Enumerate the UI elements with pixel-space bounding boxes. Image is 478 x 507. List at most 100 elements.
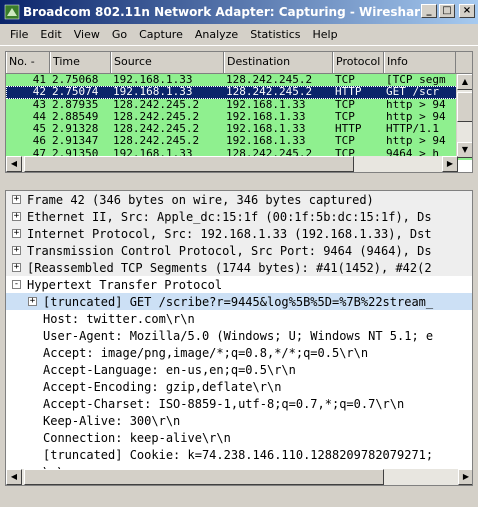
packet-cell-no: 44 [32, 110, 46, 123]
hscroll-thumb[interactable] [24, 469, 384, 485]
expand-icon[interactable]: + [12, 229, 21, 238]
scroll-left-arrow-icon[interactable]: ◀ [6, 156, 22, 172]
column-header-info[interactable]: Info [384, 52, 456, 73]
details-rows: + Frame 42 (346 bytes on wire, 346 bytes … [6, 191, 472, 480]
minimize-button[interactable]: _ [421, 4, 437, 18]
packet-cell-proto: HTTP [335, 86, 362, 99]
detail-text: Frame 42 (346 bytes on wire, 346 bytes c… [27, 192, 374, 207]
detail-row[interactable]: Connection: keep-alive\r\n [6, 429, 472, 446]
packet-cell-dst: 192.168.1.33 [226, 98, 306, 111]
close-button[interactable]: × [459, 4, 475, 18]
detail-row[interactable]: Accept-Encoding: gzip,deflate\r\n [6, 378, 472, 395]
title-bar: Broadcom 802.11n Network Adapter: Captur… [0, 0, 478, 24]
detail-row[interactable]: + Frame 42 (346 bytes on wire, 346 bytes … [6, 191, 472, 208]
packet-cell-info: GET /scr [386, 86, 439, 99]
detail-row[interactable]: - Hypertext Transfer Protocol [6, 276, 472, 293]
packet-cell-src: 128.242.245.2 [113, 123, 200, 136]
detail-row[interactable]: Accept-Charset: ISO-8859-1,utf-8;q=0.7,*… [6, 395, 472, 412]
packet-cell-src: 128.242.245.2 [113, 110, 200, 123]
packet-row[interactable]: 41 2.75068 192.168.1.33 128.242.245.2 TCP [TC… [6, 74, 472, 87]
hscroll-thumb[interactable] [24, 156, 354, 172]
collapse-icon[interactable]: - [12, 280, 21, 289]
detail-text: Connection: keep-alive\r\n [43, 430, 231, 445]
scroll-down-arrow-icon[interactable]: ▼ [457, 142, 472, 158]
expand-icon[interactable]: + [12, 212, 21, 221]
menu-help[interactable]: Help [307, 28, 344, 41]
packet-cell-dst: 192.168.1.33 [226, 135, 306, 148]
wireshark-icon [4, 4, 20, 20]
packet-cell-proto: TCP [335, 110, 355, 123]
expand-icon[interactable]: + [28, 297, 37, 306]
packet-row[interactable]: 46 2.91347 128.242.245.2 192.168.1.33 TCP htt… [6, 135, 472, 148]
packet-cell-no: 42 [32, 86, 46, 99]
detail-row[interactable]: + [Reassembled TCP Segments (1744 bytes):… [6, 259, 472, 276]
expand-icon[interactable]: + [12, 263, 21, 272]
menu-capture[interactable]: Capture [133, 28, 189, 41]
scroll-left-arrow-icon[interactable]: ◀ [6, 469, 22, 485]
details-hscrollbar[interactable]: ◀ ▶ [6, 469, 472, 485]
packet-cell-proto: TCP [335, 135, 355, 148]
detail-row[interactable]: + Ethernet II, Src: Apple_dc:15:1f (00:1f… [6, 208, 472, 225]
pane-splitter[interactable] [0, 174, 478, 190]
packet-cell-info: http > 94 [386, 98, 446, 111]
detail-text: Accept-Language: en-us,en;q=0.5\r\n [43, 362, 296, 377]
status-bar [0, 489, 478, 507]
expand-icon[interactable]: + [12, 246, 21, 255]
scroll-right-arrow-icon[interactable]: ▶ [458, 469, 472, 485]
packet-cell-dst: 192.168.1.33 [226, 110, 306, 123]
packet-cell-src: 128.242.245.2 [113, 98, 200, 111]
detail-row[interactable]: Host: twitter.com\r\n [6, 310, 472, 327]
detail-text: Accept-Encoding: gzip,deflate\r\n [43, 379, 282, 394]
menu-edit[interactable]: Edit [34, 28, 67, 41]
packet-rows: 41 2.75068 192.168.1.33 128.242.245.2 TCP [TC… [6, 74, 472, 161]
column-header-protocol[interactable]: Protocol [333, 52, 384, 73]
column-header-source[interactable]: Source [111, 52, 224, 73]
packet-cell-time: 2.87935 [52, 98, 99, 111]
packet-cell-dst: 192.168.1.33 [226, 123, 306, 136]
detail-row[interactable]: Keep-Alive: 300\r\n [6, 412, 472, 429]
packet-cell-proto: TCP [335, 74, 355, 86]
detail-text: Keep-Alive: 300\r\n [43, 413, 181, 428]
column-header-destination[interactable]: Destination [224, 52, 333, 73]
detail-text: User-Agent: Mozilla/5.0 (Windows; U; Win… [43, 328, 434, 343]
expand-icon[interactable]: + [12, 195, 21, 204]
column-header-time[interactable]: Time [50, 52, 111, 73]
packet-cell-time: 2.91328 [52, 123, 99, 136]
detail-row[interactable]: Accept: image/png,image/*;q=0.8,*/*;q=0.… [6, 344, 472, 361]
detail-text: [Reassembled TCP Segments (1744 bytes): … [27, 260, 432, 275]
packet-cell-info: [TCP segm [386, 74, 446, 86]
menu-view[interactable]: View [68, 28, 106, 41]
detail-row[interactable]: + [truncated] GET /scribe?r=9445&log%5B%5… [6, 293, 472, 310]
packet-cell-no: 43 [32, 98, 46, 111]
scroll-thumb[interactable] [457, 92, 472, 122]
packet-cell-dst: 128.242.245.2 [226, 74, 313, 86]
detail-text: Accept: image/png,image/*;q=0.8,*/*;q=0.… [43, 345, 369, 360]
detail-row[interactable]: + Transmission Control Protocol, Src Port… [6, 242, 472, 259]
packet-cell-info: http > 94 [386, 135, 446, 148]
packet-row[interactable]: 45 2.91328 128.242.245.2 192.168.1.33 HTTP HT… [6, 123, 472, 136]
window-title: Broadcom 802.11n Network Adapter: Captur… [23, 5, 429, 19]
packet-list-hscrollbar[interactable]: ◀ ▶ [6, 156, 458, 172]
packet-cell-src: 192.168.1.33 [113, 86, 193, 99]
detail-row[interactable]: + Internet Protocol, Src: 192.168.1.33 (1… [6, 225, 472, 242]
menu-file[interactable]: File [4, 28, 34, 41]
column-header-no[interactable]: No. - [6, 52, 50, 73]
packet-row[interactable]: 44 2.88549 128.242.245.2 192.168.1.33 TCP htt… [6, 110, 472, 124]
packet-row[interactable]: 42 2.75074 192.168.1.33 128.242.245.2 HTTP GE… [6, 86, 472, 99]
scroll-up-arrow-icon[interactable]: ▲ [457, 74, 472, 90]
maximize-button[interactable]: □ [439, 4, 455, 18]
menu-analyze[interactable]: Analyze [189, 28, 244, 41]
packet-cell-no: 45 [32, 123, 46, 136]
packet-cell-proto: HTTP [335, 123, 362, 136]
packet-list: No. - Time Source Destination Protocol I… [5, 51, 473, 173]
packet-row[interactable]: 43 2.87935 128.242.245.2 192.168.1.33 TCP htt… [6, 98, 472, 111]
scroll-right-arrow-icon[interactable]: ▶ [442, 156, 458, 172]
packet-cell-src: 192.168.1.33 [113, 74, 193, 86]
detail-row[interactable]: User-Agent: Mozilla/5.0 (Windows; U; Win… [6, 327, 472, 344]
menu-go[interactable]: Go [106, 28, 133, 41]
detail-row[interactable]: [truncated] Cookie: k=74.238.146.110.128… [6, 446, 472, 463]
menu-statistics[interactable]: Statistics [244, 28, 306, 41]
packet-cell-no: 41 [32, 74, 46, 86]
detail-row[interactable]: Accept-Language: en-us,en;q=0.5\r\n [6, 361, 472, 378]
packet-list-vscrollbar[interactable]: ▲ ▼ [456, 74, 472, 158]
